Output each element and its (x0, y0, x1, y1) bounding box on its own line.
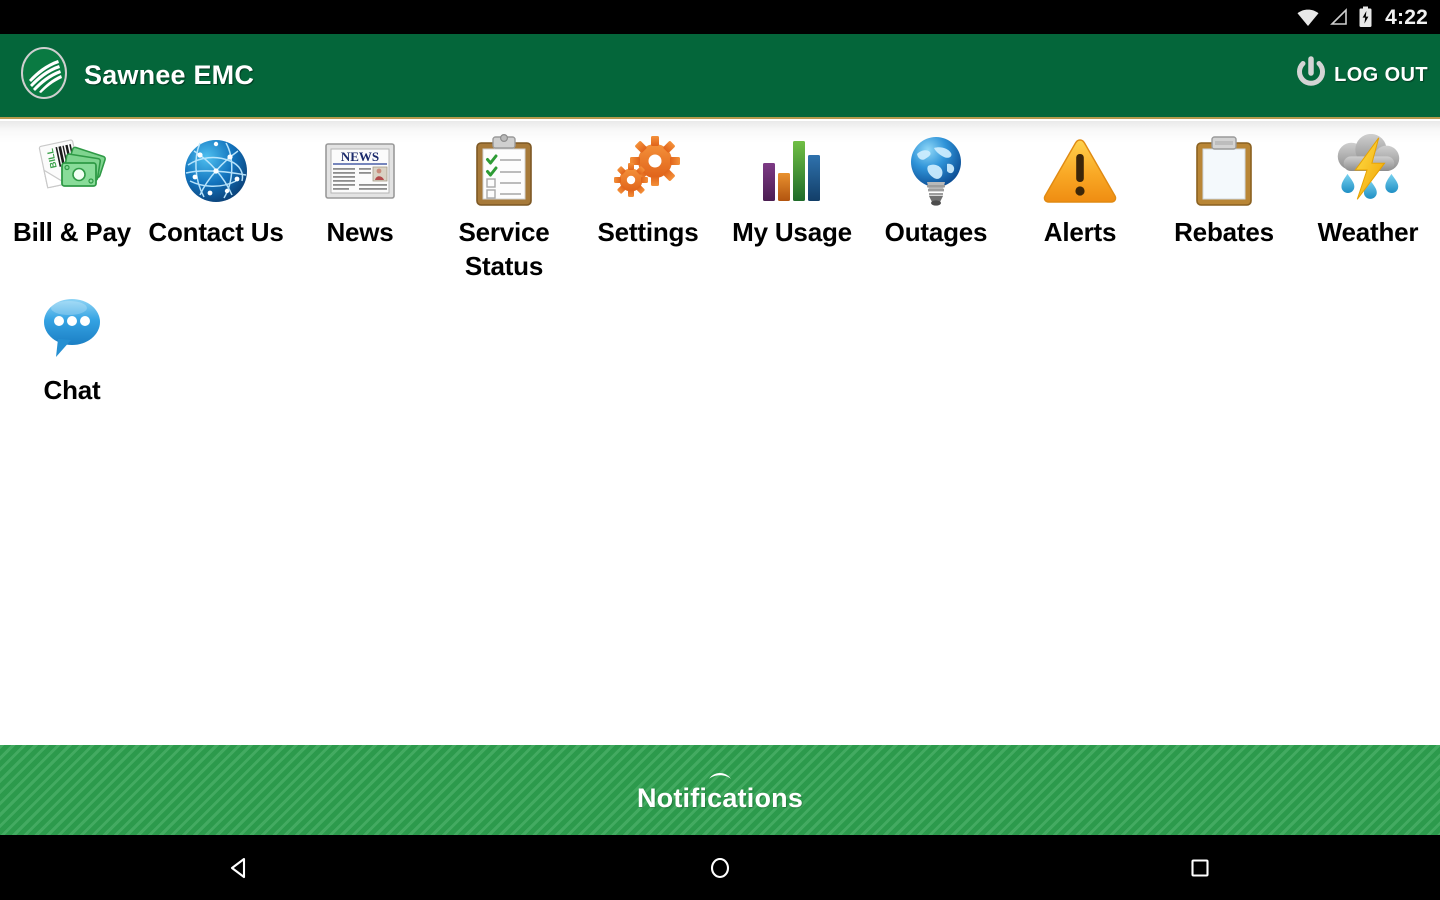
nav-home-button[interactable] (480, 835, 960, 900)
speech-bubble-icon (32, 289, 112, 369)
brand: Sawnee EMC (18, 47, 254, 104)
menu-item-label: Settings (597, 217, 699, 247)
android-nav-bar (0, 835, 1440, 900)
main-content: BILL Bill & Pay Contact Us NEWS News Ser… (0, 121, 1440, 745)
sawnee-emc-logo-icon (18, 47, 70, 104)
storm-cloud-icon (1328, 131, 1408, 211)
status-bar-clock: 4:22 (1385, 5, 1428, 29)
notifications-label: Notifications (636, 782, 804, 813)
menu-item-label: Rebates (1174, 217, 1274, 247)
menu-item-label: Service Status (458, 217, 550, 281)
menu-item-label: Chat (43, 375, 101, 405)
menu-item-label: Alerts (1043, 217, 1117, 247)
bill-and-cash-icon: BILL (32, 131, 112, 211)
menu-grid: BILL Bill & Pay Contact Us NEWS News Ser… (0, 121, 1440, 407)
nav-recents-button[interactable] (960, 835, 1440, 900)
notifications-drawer-handle[interactable]: Notifications (0, 745, 1440, 835)
recents-square-icon (1191, 858, 1209, 877)
app-header-bar: Sawnee EMC LOG OUT (0, 34, 1440, 119)
menu-item-my-usage[interactable]: My Usage (720, 125, 864, 283)
back-triangle-icon (230, 857, 246, 878)
menu-item-outages[interactable]: Outages (864, 125, 1008, 283)
clipboard-blank-icon (1184, 131, 1264, 211)
menu-item-weather[interactable]: Weather (1296, 125, 1440, 283)
svg-text:NEWS: NEWS (341, 149, 379, 164)
cell-signal-icon (1329, 7, 1349, 27)
network-globe-icon (176, 131, 256, 211)
clipboard-checklist-icon (464, 131, 544, 211)
logout-label: LOG OUT (1334, 64, 1428, 86)
newspaper-icon: NEWS (320, 131, 400, 211)
gears-icon (608, 131, 688, 211)
menu-item-label: Contact Us (148, 217, 284, 247)
menu-item-alerts[interactable]: Alerts (1008, 125, 1152, 283)
globe-lightbulb-icon (896, 131, 976, 211)
home-circle-icon (710, 857, 730, 878)
menu-item-contact-us[interactable]: Contact Us (144, 125, 288, 283)
wifi-icon (1296, 7, 1320, 27)
power-icon (1290, 52, 1332, 99)
menu-item-rebates[interactable]: Rebates (1152, 125, 1296, 283)
menu-item-bill-and-pay[interactable]: BILL Bill & Pay (0, 125, 144, 283)
bar-chart-icon (752, 131, 832, 211)
android-status-bar: 4:22 (0, 0, 1440, 34)
menu-item-service-status[interactable]: Service Status (432, 125, 576, 283)
menu-item-label: Outages (884, 217, 988, 247)
nav-back-button[interactable] (0, 835, 480, 900)
warning-triangle-icon (1040, 131, 1120, 211)
menu-item-label: Bill & Pay (13, 217, 131, 247)
menu-item-label: News (326, 217, 394, 247)
menu-item-news[interactable]: NEWS News (288, 125, 432, 283)
menu-item-chat[interactable]: Chat (0, 283, 144, 407)
menu-item-label: My Usage (732, 217, 852, 247)
logout-button[interactable]: LOG OUT (1290, 52, 1428, 99)
menu-item-label: Weather (1317, 217, 1419, 247)
android-screen: 4:22 Sawnee EMC LOG OUT BILL Bill & Pay … (0, 0, 1440, 900)
battery-charging-icon (1358, 6, 1373, 28)
menu-item-settings[interactable]: Settings (576, 125, 720, 283)
app-title: Sawnee EMC (84, 60, 255, 90)
